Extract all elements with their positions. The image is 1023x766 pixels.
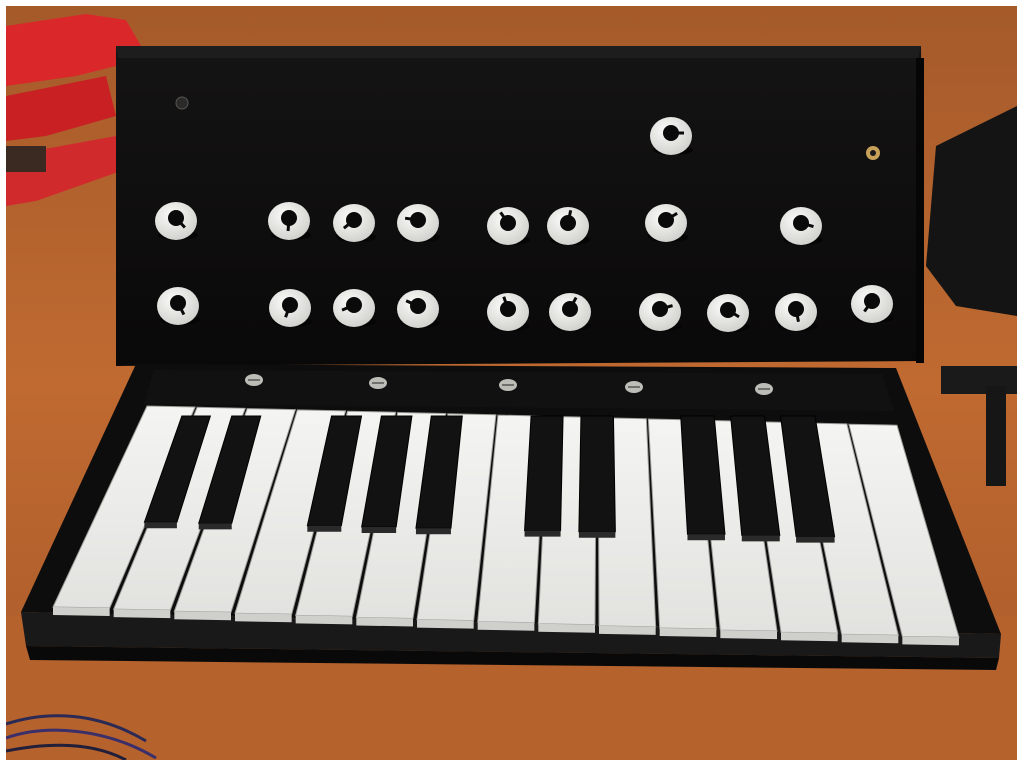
white-key-front <box>417 619 474 629</box>
white-key-front <box>599 625 656 635</box>
screw <box>245 374 263 386</box>
white-key-front <box>295 615 353 625</box>
white-key-front <box>113 609 171 619</box>
white-key-front <box>720 630 777 640</box>
white-key-front <box>174 611 231 621</box>
screw <box>625 381 643 393</box>
white-key-front <box>538 623 595 633</box>
screw <box>499 379 517 391</box>
white-key-front <box>659 628 717 637</box>
screw <box>755 383 773 395</box>
white-key-front <box>841 634 899 644</box>
black-key <box>578 415 616 538</box>
synth-scene <box>6 6 1017 760</box>
white-key-front <box>235 613 292 623</box>
white-key-front <box>781 632 838 642</box>
synth-photo <box>6 6 1017 760</box>
screw <box>369 377 387 389</box>
white-key-front <box>902 636 959 646</box>
black-key <box>524 415 564 537</box>
white-key-front <box>477 621 535 631</box>
white-key-front <box>356 617 413 627</box>
white-key-front <box>53 607 110 616</box>
led-indicator <box>175 96 189 110</box>
